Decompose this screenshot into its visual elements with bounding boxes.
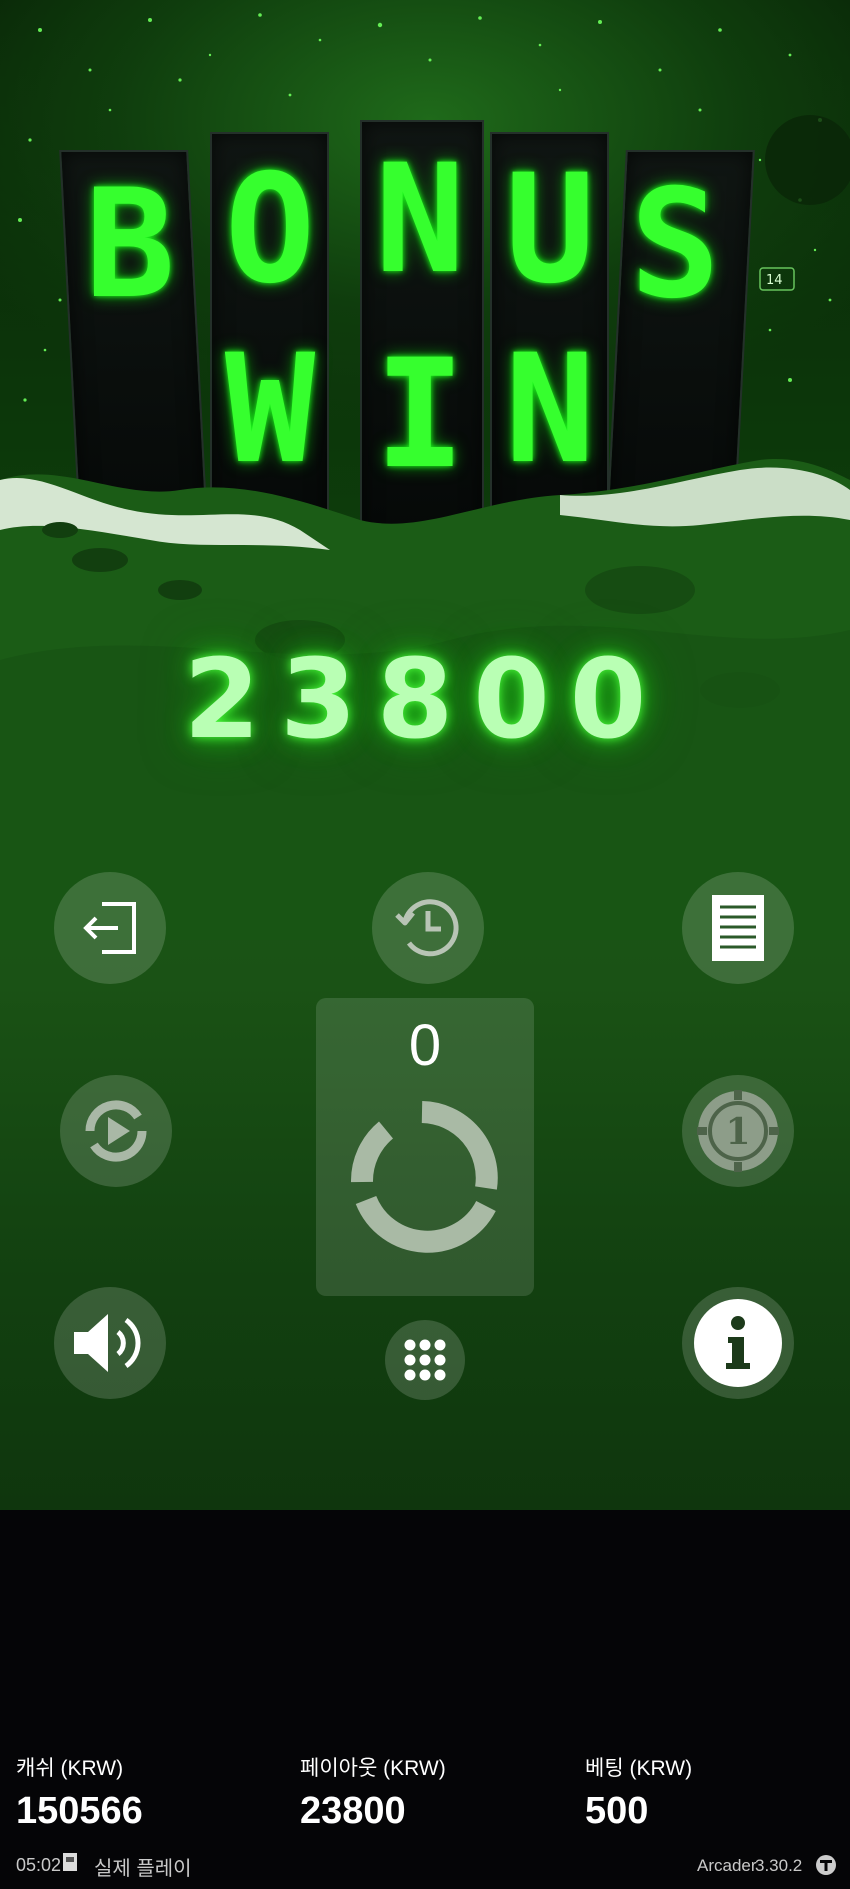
info-button[interactable]	[682, 1287, 794, 1399]
history-icon	[391, 891, 465, 965]
exit-icon	[78, 896, 142, 960]
history-button[interactable]	[372, 872, 484, 984]
game-name: Arcader	[697, 1856, 757, 1875]
play-mode: 실제 플레이	[94, 1858, 192, 1880]
banner-letter-s: S	[629, 158, 721, 332]
paytable-button[interactable]	[682, 872, 794, 984]
free-spin-count: 0	[408, 1013, 442, 1078]
bet-stat: 베팅 (KRW) 500	[585, 1752, 692, 1833]
paytable-icon	[708, 891, 768, 965]
spin-panel[interactable]: 0	[316, 998, 534, 1296]
sound-button[interactable]	[54, 1287, 166, 1399]
autoplay-icon	[76, 1091, 156, 1171]
menu-grid-icon	[400, 1335, 450, 1385]
bonus-win-amount: 23800	[183, 635, 667, 763]
info-icon	[692, 1297, 784, 1389]
clock: 05:02	[16, 1855, 62, 1875]
svg-text:1: 1	[725, 1111, 750, 1153]
game-version: 3.30.2	[755, 1856, 803, 1875]
provider-logo-icon	[815, 1854, 837, 1880]
bet-button[interactable]: 1	[682, 1075, 794, 1187]
cash-stat: 캐쉬 (KRW) 150566	[16, 1752, 143, 1833]
banner-letter-b: B	[84, 158, 176, 332]
banner-letter-o: O	[224, 143, 316, 317]
autoplay-button[interactable]	[60, 1075, 172, 1187]
bet-value: 500	[585, 1790, 649, 1832]
banner-letter-n: N	[374, 133, 466, 307]
payout-value: 23800	[300, 1790, 406, 1832]
cash-label: 캐쉬 (KRW)	[16, 1757, 124, 1780]
cash-value: 150566	[16, 1790, 143, 1832]
sound-icon	[70, 1308, 150, 1378]
banner-letter-u: U	[504, 143, 596, 317]
bet-label: 베팅 (KRW)	[585, 1757, 693, 1780]
real-play-icon	[62, 1852, 78, 1876]
menu-button[interactable]	[385, 1320, 465, 1400]
bet-chip-icon: 1	[695, 1088, 781, 1174]
exit-button[interactable]	[54, 872, 166, 984]
game-scene: 05 14 B O N U S W I N 23800	[0, 0, 850, 1510]
payout-stat: 페이아웃 (KRW) 23800	[300, 1752, 446, 1833]
spin-icon	[336, 1090, 516, 1274]
payout-label: 페이아웃 (KRW)	[300, 1757, 446, 1780]
